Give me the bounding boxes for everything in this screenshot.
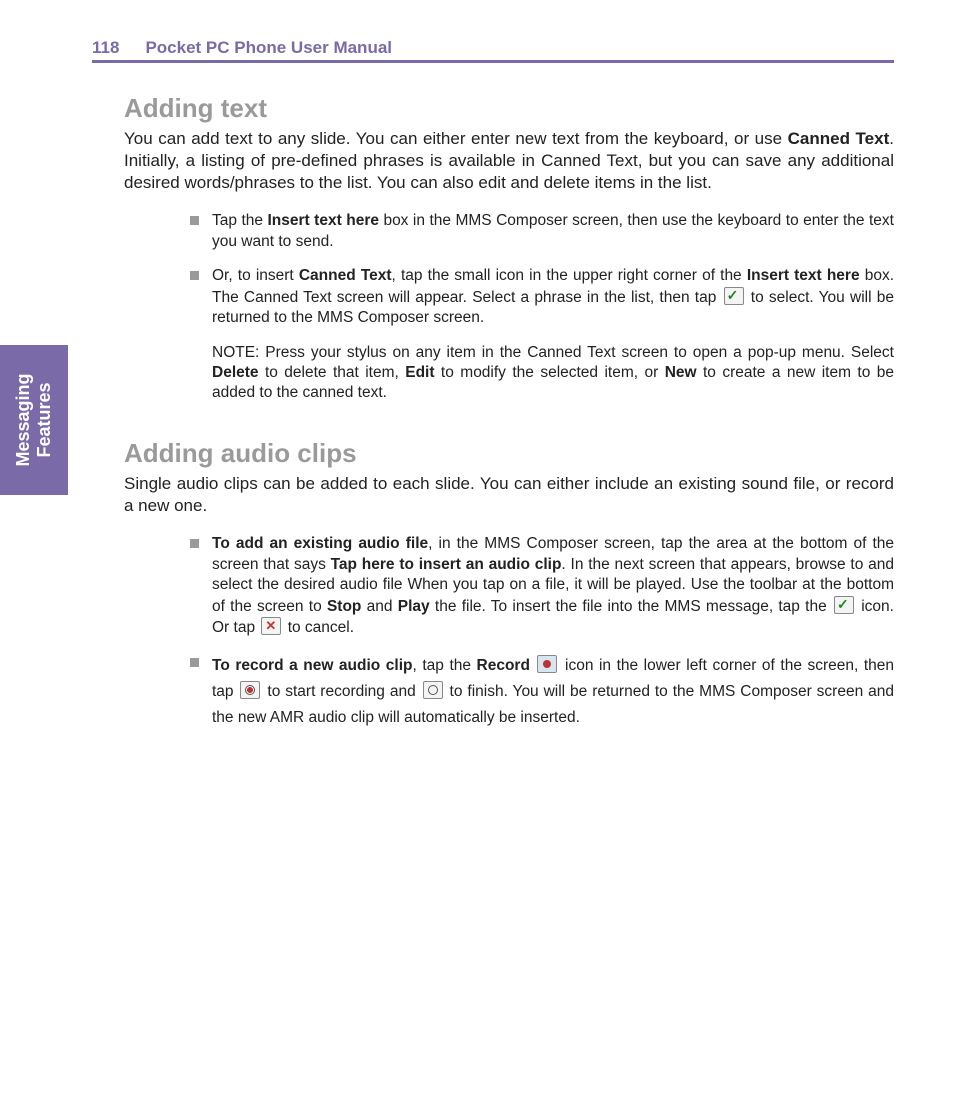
bold-play: Play (398, 598, 430, 615)
bold-new: New (665, 364, 697, 381)
manual-title: Pocket PC Phone User Manual (145, 38, 392, 58)
list-item: To add an existing audio file, in the MM… (184, 534, 894, 638)
bold-add-existing-audio: To add an existing audio file (212, 535, 428, 552)
check-icon (834, 596, 854, 614)
page-number: 118 (92, 38, 119, 58)
text: to cancel. (283, 619, 354, 636)
text: Tap the (212, 212, 268, 229)
list-item: To record a new audio clip, tap the Reco… (184, 653, 894, 732)
bold-delete: Delete (212, 364, 259, 381)
side-tab-line2: Features (34, 382, 55, 457)
x-icon (261, 617, 281, 635)
adding-audio-list: To add an existing audio file, in the MM… (184, 534, 894, 731)
adding-text-intro: You can add text to any slide. You can e… (124, 128, 894, 193)
heading-adding-audio: Adding audio clips (124, 438, 894, 469)
text: Or, to insert (212, 267, 299, 284)
check-icon (724, 287, 744, 305)
adding-audio-intro: Single audio clips can be added to each … (124, 473, 894, 517)
text: , tap the (413, 657, 477, 674)
text: , tap the small icon in the upper right … (392, 267, 747, 284)
adding-text-list: Tap the Insert text here box in the MMS … (184, 211, 894, 404)
bold-stop: Stop (327, 598, 361, 615)
record-stop-icon (423, 681, 443, 699)
record-start-icon (240, 681, 260, 699)
bold-canned-text: Canned Text (299, 267, 392, 284)
record-icon (537, 655, 557, 673)
side-tab: Messaging Features (0, 345, 68, 495)
bold-edit: Edit (405, 364, 434, 381)
bold-insert-text-here: Insert text here (747, 267, 860, 284)
list-item: Tap the Insert text here box in the MMS … (184, 211, 894, 252)
text: NOTE: Press your stylus on any item in t… (212, 344, 894, 361)
bold-record: Record (477, 657, 530, 674)
text: You can add text to any slide. You can e… (124, 129, 788, 148)
bold-insert-text-here: Insert text here (268, 212, 379, 229)
text: the file. To insert the file into the MM… (430, 598, 832, 615)
note: NOTE: Press your stylus on any item in t… (212, 343, 894, 404)
bold-tap-here-insert-audio: Tap here to insert an audio clip (331, 556, 562, 573)
text: and (361, 598, 397, 615)
text: to start recording and (262, 683, 420, 700)
bold-record-new-audio: To record a new audio clip (212, 657, 413, 674)
list-item: Or, to insert Canned Text, tap the small… (184, 266, 894, 404)
content: Adding text You can add text to any slid… (124, 93, 894, 760)
text: to modify the selected item, or (435, 364, 665, 381)
section-adding-audio: Adding audio clips Single audio clips ca… (124, 438, 894, 732)
bold-canned-text: Canned Text (788, 129, 890, 148)
heading-adding-text: Adding text (124, 93, 894, 124)
text: to delete that item, (259, 364, 406, 381)
side-tab-line1: Messaging (13, 373, 34, 466)
page-header: 118 Pocket PC Phone User Manual (92, 38, 894, 63)
page: 118 Pocket PC Phone User Manual Messagin… (0, 0, 954, 1113)
